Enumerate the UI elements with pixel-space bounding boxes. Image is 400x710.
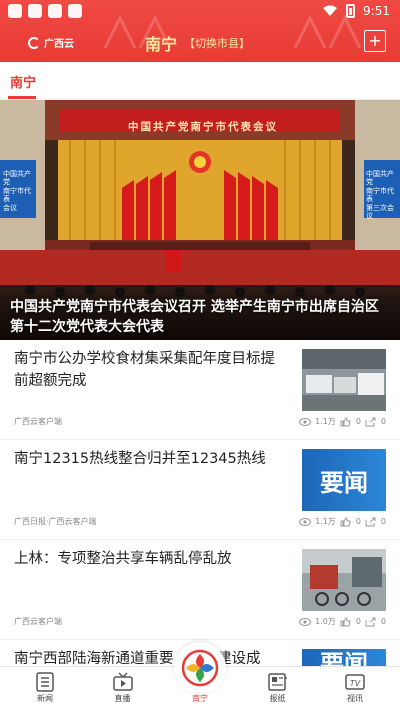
nav-video[interactable]: TV 视讯	[330, 667, 380, 710]
app-logo[interactable]: 广西云	[28, 35, 74, 50]
tv-icon: TV	[345, 674, 365, 690]
nav-label: 新闻	[37, 694, 53, 703]
news-title[interactable]: 南宁12315热线整合归并至12345热线	[14, 448, 284, 470]
plus-icon: +	[368, 31, 382, 50]
thumbs-up-icon[interactable]	[340, 516, 352, 527]
share-icon[interactable]	[365, 417, 377, 427]
news-item[interactable]: 南宁12315热线整合归并至12345热线 广西日报·广西云客户端 1.1万 0…	[0, 440, 400, 540]
thumbs-up-icon[interactable]	[340, 416, 352, 427]
shares-count: 0	[380, 617, 386, 626]
news-source: 广西云客户端	[14, 417, 62, 426]
news-title[interactable]: 上林：专项整治共享车辆乱停乱放	[14, 548, 284, 570]
newspaper-icon	[267, 673, 287, 691]
switch-city-button[interactable]: 【切换市县】	[184, 35, 250, 51]
news-icon	[36, 672, 54, 692]
likes-count: 0	[355, 617, 361, 626]
thumbs-up-icon[interactable]	[340, 616, 352, 627]
news-item[interactable]: 南宁市公办学校食材集采集配年度目标提前超额完成 广西云客户端 1.1万 0 0	[0, 340, 400, 440]
views-count: 1.1万	[315, 417, 336, 426]
city-emblem-icon	[181, 649, 219, 687]
shares-count: 0	[380, 417, 386, 426]
hero-banner-text: 中国共产党南宁市代表会议	[128, 121, 278, 133]
street-bikes-image	[302, 549, 386, 611]
nav-label: 视讯	[347, 694, 363, 703]
news-thumbnail[interactable]: 要闻	[302, 449, 386, 511]
city-title[interactable]: 南宁	[145, 31, 177, 55]
news-stats: 1.0万 0 0	[299, 616, 386, 627]
live-tv-icon	[112, 672, 133, 691]
svg-text:TV: TV	[350, 679, 361, 688]
notification-icon	[28, 4, 42, 18]
eye-icon	[299, 617, 312, 626]
views-count: 1.1万	[315, 517, 336, 526]
news-stats: 1.1万 0 0	[299, 416, 386, 427]
notification-icon	[48, 4, 62, 18]
nav-label: 直播	[114, 694, 131, 703]
notification-icon	[8, 4, 22, 18]
news-title[interactable]: 南宁市公办学校食材集采集配年度目标提前超额完成	[14, 348, 284, 393]
shares-count: 0	[380, 517, 386, 526]
likes-count: 0	[355, 517, 361, 526]
hero-right-screen-text: 中国共产党 南宁市代表 第三次会议	[366, 170, 394, 220]
views-count: 1.0万	[315, 617, 336, 626]
wifi-icon	[323, 5, 338, 16]
notification-icons	[8, 4, 82, 18]
news-stats: 1.1万 0 0	[299, 516, 386, 527]
news-thumbnail[interactable]	[302, 549, 386, 611]
news-item[interactable]: 上林：专项整治共享车辆乱停乱放 广西云客户端 1.0万 0 0	[0, 540, 400, 640]
nav-label: 报纸	[269, 694, 286, 703]
status-time: 9:51	[363, 4, 390, 18]
warehouse-image	[302, 349, 386, 411]
hero-caption[interactable]: 中国共产党南宁市代表会议召开 选举产生南宁市出席自治区第十二次党代表大会代表	[10, 298, 390, 337]
nav-label: 南宁	[192, 694, 208, 703]
center-emblem-button[interactable]	[174, 642, 226, 694]
hero-left-screen-text: 中国共产党 南宁市代表 会议	[3, 170, 31, 212]
nav-newspaper[interactable]: 报纸	[253, 667, 303, 710]
thumb-headline-badge: 要闻	[302, 449, 386, 511]
share-icon[interactable]	[365, 617, 377, 627]
hero-banner[interactable]: 中国共产党南宁市代表会议 中国共产党 南宁市代表 会议 中国共产党 南宁市代表 …	[0, 100, 400, 340]
tab-nanning[interactable]: 南宁	[10, 72, 36, 91]
eye-icon	[299, 517, 312, 526]
app-header: 9:51 广西云 南宁 【切换市县】 +	[0, 0, 400, 62]
likes-count: 0	[355, 417, 361, 426]
notification-icon	[68, 4, 82, 18]
nav-news[interactable]: 新闻	[20, 667, 70, 710]
nav-live[interactable]: 直播	[98, 667, 148, 710]
news-source: 广西云客户端	[14, 617, 62, 626]
channel-tabbar: 南宁	[0, 62, 400, 100]
news-source: 广西日报·广西云客户端	[14, 517, 97, 526]
battery-icon	[346, 4, 356, 18]
status-bar: 9:51	[0, 0, 400, 24]
status-indicators: 9:51	[322, 4, 390, 18]
tab-underline	[8, 96, 36, 99]
logo-icon	[28, 36, 40, 49]
news-thumbnail[interactable]	[302, 349, 386, 411]
eye-icon	[299, 417, 312, 426]
logo-text: 广西云	[44, 39, 74, 50]
share-icon[interactable]	[365, 517, 377, 527]
add-channel-button[interactable]: +	[364, 30, 386, 52]
